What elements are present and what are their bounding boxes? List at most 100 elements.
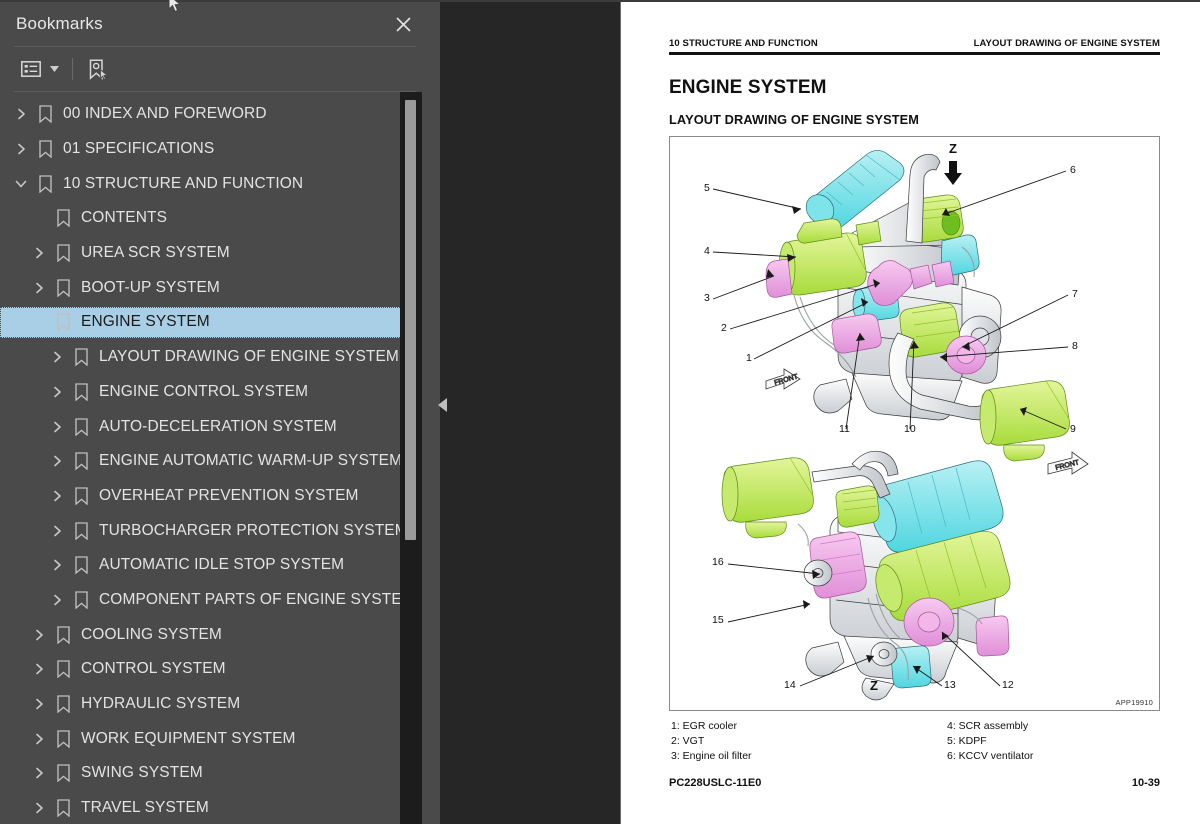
chevron-right-icon[interactable]	[28, 618, 50, 652]
legend-item: 2: VGT	[671, 734, 705, 747]
bookmark-item-work-equipment-system[interactable]: WORK EQUIPMENT SYSTEM	[0, 721, 430, 756]
bookmark-icon	[50, 236, 76, 270]
chevron-right-icon[interactable]	[28, 687, 50, 721]
callout-1: 1	[746, 351, 752, 364]
bookmark-item-10-structure-and-function[interactable]: 10 STRUCTURE AND FUNCTION	[0, 166, 430, 201]
bookmark-item-boot-up-system[interactable]: BOOT-UP SYSTEM	[0, 270, 430, 305]
bookmark-label: BOOT-UP SYSTEM	[81, 278, 220, 296]
bookmark-icon	[32, 132, 58, 166]
bookmark-icon	[50, 652, 76, 686]
bookmark-label: OVERHEAT PREVENTION SYSTEM	[99, 486, 359, 504]
chevron-right-icon[interactable]	[46, 340, 68, 374]
bookmark-item-layout-drawing-of-engine-system[interactable]: LAYOUT DRAWING OF ENGINE SYSTEM	[0, 340, 430, 375]
bookmark-label: LAYOUT DRAWING OF ENGINE SYSTEM	[99, 348, 399, 366]
chevron-right-icon[interactable]	[28, 652, 50, 686]
chevron-right-icon[interactable]	[46, 514, 68, 548]
bookmark-icon	[32, 97, 58, 131]
panel-gutter	[430, 0, 620, 824]
chevron-right-icon[interactable]	[46, 375, 68, 409]
figure-legend: 1: EGR cooler 2: VGT 3: Engine oil filte…	[669, 719, 1160, 771]
bookmark-item-hydraulic-system[interactable]: HYDRAULIC SYSTEM	[0, 687, 430, 722]
running-head-right: LAYOUT DRAWING OF ENGINE SYSTEM	[973, 38, 1160, 49]
bookmark-label: CONTENTS	[81, 209, 168, 227]
callout-12: 12	[1002, 678, 1014, 691]
bookmark-label: 10 STRUCTURE AND FUNCTION	[63, 174, 304, 192]
sidebar-scrollbar[interactable]	[400, 92, 422, 824]
close-icon[interactable]	[390, 11, 416, 37]
bookmark-item-engine-system[interactable]: ENGINE SYSTEM	[0, 305, 430, 340]
legend-item: 4: SCR assembly	[947, 719, 1029, 732]
bookmark-icon	[68, 375, 94, 409]
callout-9: 9	[1070, 422, 1076, 435]
bookmark-item-urea-scr-system[interactable]: UREA SCR SYSTEM	[0, 236, 430, 271]
bookmark-item-swing-system[interactable]: SWING SYSTEM	[0, 756, 430, 791]
bookmark-icon	[68, 410, 94, 444]
chevron-down-icon[interactable]	[10, 167, 32, 201]
chevron-right-icon[interactable]	[28, 756, 50, 790]
bookmark-label: AUTOMATIC IDLE STOP SYSTEM	[99, 556, 345, 574]
mouse-cursor	[168, 0, 182, 19]
callout-4: 4	[704, 244, 710, 257]
bookmark-label: WORK EQUIPMENT SYSTEM	[81, 729, 296, 747]
chevron-right-icon[interactable]	[46, 410, 68, 444]
document-viewer[interactable]: 10 STRUCTURE AND FUNCTION LAYOUT DRAWING…	[620, 0, 1200, 824]
callout-2: 2	[721, 321, 727, 334]
callout-8: 8	[1072, 339, 1078, 352]
chevron-right-icon[interactable]	[28, 271, 50, 305]
bookmark-item-automatic-idle-stop-system[interactable]: AUTOMATIC IDLE STOP SYSTEM	[0, 548, 430, 583]
callout-14: 14	[784, 678, 796, 691]
bookmark-label: 00 INDEX AND FOREWORD	[63, 105, 267, 123]
chevron-right-icon[interactable]	[46, 479, 68, 513]
running-head: 10 STRUCTURE AND FUNCTION LAYOUT DRAWING…	[669, 2, 1160, 49]
chevron-right-icon[interactable]	[10, 97, 32, 131]
page-title: ENGINE SYSTEM	[669, 76, 827, 98]
new-bookmark-icon[interactable]	[83, 55, 113, 83]
callout-11: 11	[839, 422, 850, 435]
section-subtitle: LAYOUT DRAWING OF ENGINE SYSTEM	[669, 111, 920, 127]
bookmark-label: TURBOCHARGER PROTECTION SYSTEM	[99, 521, 408, 539]
toolbar-separator	[72, 58, 73, 80]
bookmark-label: AUTO-DECELERATION SYSTEM	[99, 417, 337, 435]
chevron-right-icon[interactable]	[46, 444, 68, 478]
page-footer: PC228USLC-11E0 10-39	[669, 777, 1160, 789]
bookmark-item-component-parts-of-engine-system[interactable]: COMPONENT PARTS OF ENGINE SYSTEM	[0, 583, 430, 618]
bookmark-item-contents[interactable]: CONTENTS	[0, 201, 430, 236]
bottom-view-illustration: FRONT	[721, 450, 1089, 700]
bookmark-item-engine-control-system[interactable]: ENGINE CONTROL SYSTEM	[0, 375, 430, 410]
bookmark-item-cooling-system[interactable]: COOLING SYSTEM	[0, 617, 430, 652]
page-number: 10-39	[1131, 777, 1160, 789]
chevron-right-icon[interactable]	[46, 583, 68, 617]
engine-view-top: FRONT Z 5 4 3 2 1 6 7 8 9 10 11	[670, 137, 1159, 461]
list-options-icon[interactable]	[16, 55, 46, 83]
bookmark-item-control-system[interactable]: CONTROL SYSTEM	[0, 652, 430, 687]
bookmark-label: ENGINE AUTOMATIC WARM-UP SYSTEM	[99, 452, 403, 470]
chevron-right-icon[interactable]	[46, 548, 68, 582]
legend-item: 5: KDPF	[947, 734, 987, 747]
triangle-left-icon[interactable]	[434, 394, 450, 416]
chevron-right-icon[interactable]	[10, 132, 32, 166]
chevron-down-icon[interactable]	[46, 55, 62, 83]
bookmark-item-00-index-and-foreword[interactable]: 00 INDEX AND FOREWORD	[0, 97, 430, 132]
bookmark-label: TRAVEL SYSTEM	[81, 799, 209, 817]
chevron-right-icon[interactable]	[28, 722, 50, 756]
engine-layout-figure: FRONT Z 5 4 3 2 1 6 7 8 9 10 11 FRONT Z …	[669, 135, 1160, 711]
bookmark-label: CONTROL SYSTEM	[81, 660, 226, 678]
bookmark-icon	[68, 583, 94, 617]
chevron-right-icon[interactable]	[28, 791, 50, 824]
bookmark-item-engine-automatic-warm-up-system[interactable]: ENGINE AUTOMATIC WARM-UP SYSTEM	[0, 444, 430, 479]
bookmark-item-travel-system[interactable]: TRAVEL SYSTEM	[0, 791, 430, 824]
bookmark-item-01-specifications[interactable]: 01 SPECIFICATIONS	[0, 132, 430, 167]
bookmark-item-auto-deceleration-system[interactable]: AUTO-DECELERATION SYSTEM	[0, 409, 430, 444]
bookmark-icon	[68, 514, 94, 548]
bookmark-item-overheat-prevention-system[interactable]: OVERHEAT PREVENTION SYSTEM	[0, 479, 430, 514]
bookmark-icon	[50, 791, 76, 824]
bookmark-item-turbocharger-protection-system[interactable]: TURBOCHARGER PROTECTION SYSTEM	[0, 513, 430, 548]
chevron-right-icon[interactable]	[28, 236, 50, 270]
bookmark-icon	[50, 687, 76, 721]
bookmark-icon	[50, 722, 76, 756]
legend-column-right: 4: SCR assembly 5: KDPF 6: KCCV ventilat…	[947, 719, 1033, 765]
running-head-rule	[669, 52, 1160, 55]
pdf-reader-window: Bookmarks 00 INDEX AND FOREWORD 01 SPECI…	[0, 0, 1200, 824]
bookmark-icon	[50, 271, 76, 305]
sidebar-scroll-thumb[interactable]	[405, 100, 416, 540]
